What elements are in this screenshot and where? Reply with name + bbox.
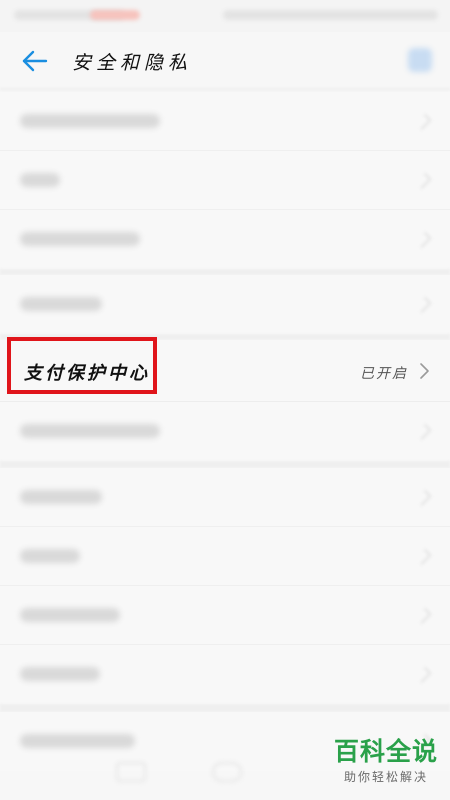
list-item-blurred[interactable] (0, 645, 450, 704)
watermark-logo: 百科全说 助你轻松解决 (330, 736, 442, 792)
watermark-title: 百科全说 (333, 737, 438, 766)
watermark-subtitle: 助你轻松解决 (343, 770, 428, 784)
list-item-blurred[interactable] (0, 402, 450, 461)
list-item-blurred[interactable] (0, 151, 450, 210)
chevron-right-icon (415, 423, 432, 441)
nav-back-icon[interactable] (116, 762, 146, 782)
blurred-label (20, 734, 135, 748)
blurred-label (20, 173, 60, 187)
list-item-blurred[interactable] (0, 586, 450, 645)
list-item-blurred[interactable] (0, 92, 450, 151)
blurred-label (20, 490, 102, 504)
status-bar (0, 0, 450, 32)
chevron-right-icon (415, 548, 432, 566)
blurred-label (20, 114, 160, 128)
settings-group-2 (0, 275, 450, 334)
list-item-pay-protection[interactable]: 支付保护中心 已开启 (0, 340, 450, 402)
blurred-label (20, 549, 80, 563)
search-icon[interactable] (408, 48, 432, 72)
pay-protection-status: 已开启 (360, 366, 408, 382)
settings-group-4 (0, 468, 450, 704)
list-item-blurred[interactable] (0, 275, 450, 334)
group-divider (0, 461, 450, 468)
blurred-label (20, 232, 140, 246)
blurred-label (20, 297, 102, 311)
nav-home-icon[interactable] (212, 762, 242, 782)
settings-group-1 (0, 92, 450, 269)
chevron-right-icon (415, 489, 432, 507)
chevron-right-icon (415, 231, 432, 249)
settings-screen: 安全和隐私 支付保护中心 已开启 百科全说 助你轻松解决 (0, 0, 450, 800)
arrow-left-icon[interactable] (20, 46, 50, 76)
status-bar-right-blur (223, 10, 438, 20)
app-header: 安全和隐私 (0, 32, 450, 88)
list-item-blurred[interactable] (0, 468, 450, 527)
list-item-blurred[interactable] (0, 210, 450, 269)
chevron-right-icon (415, 607, 432, 625)
blurred-label (20, 608, 120, 622)
list-item-blurred[interactable] (0, 527, 450, 586)
chevron-right-icon (415, 172, 432, 190)
chevron-right-icon (415, 296, 432, 314)
blurred-label (20, 667, 100, 681)
settings-group-3 (0, 402, 450, 461)
chevron-right-icon (415, 666, 432, 684)
page-title: 安全和隐私 (72, 52, 193, 74)
group-divider (0, 704, 450, 712)
chevron-right-icon (415, 113, 432, 131)
chevron-right-icon (420, 363, 429, 379)
status-bar-notice-blur (90, 10, 140, 20)
pay-protection-label: 支付保护中心 (24, 363, 150, 384)
blurred-label (20, 424, 160, 438)
